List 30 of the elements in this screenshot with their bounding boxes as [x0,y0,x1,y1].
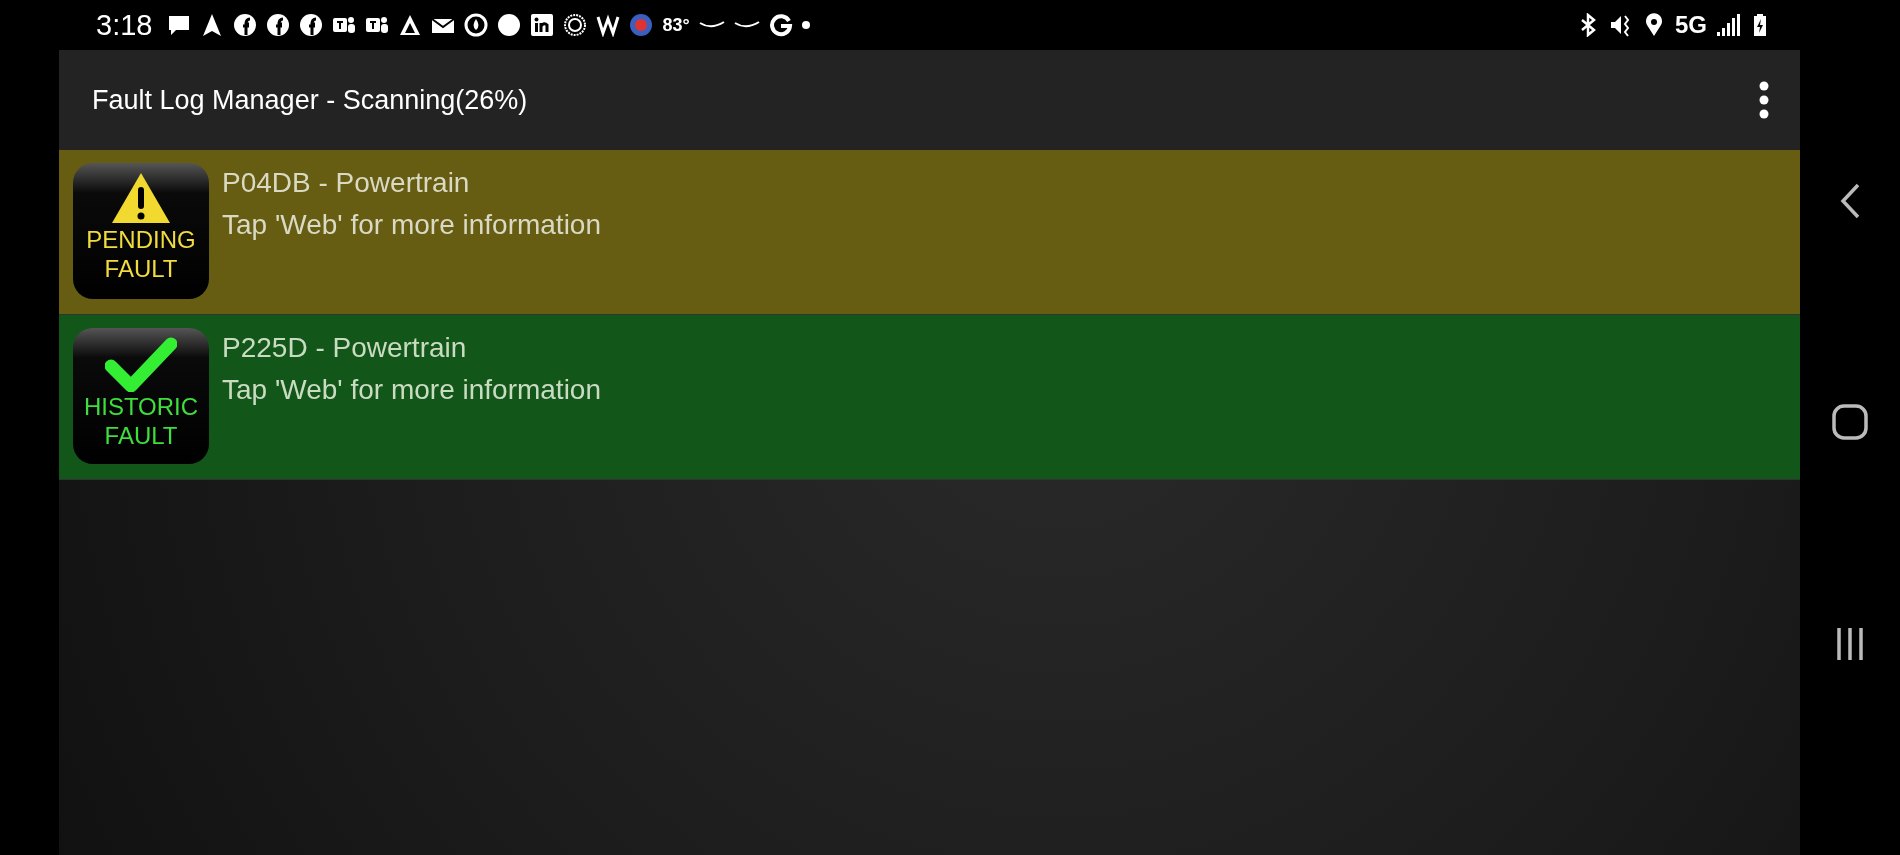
linkedin-icon [530,13,555,37]
app-title: Fault Log Manager - Scanning(26%) [92,84,529,116]
warning-triangle-icon [110,171,172,225]
badge-label: HISTORIC [83,392,199,421]
wavy-logo-icon [596,13,621,37]
clock-time: 3:18 [96,8,153,42]
google-icon [768,13,793,37]
badge-label: FAULT [104,421,178,450]
facebook-icon [299,13,324,37]
fault-code: P04DB - Powertrain [222,167,471,199]
fault-list-item[interactable]: PENDING FAULT P04DB - Powertrain Tap 'Web' for more information [59,150,1800,315]
fault-hint: Tap 'Web' for more information [222,374,601,406]
fault-hint: Tap 'Web' for more information [222,209,601,241]
network-type: 5G [1675,11,1707,39]
checkmark-icon [105,336,177,392]
facebook-icon [266,13,291,37]
signal-bars-icon [1716,13,1741,37]
fault-list-item[interactable]: HISTORIC FAULT P225D - Powertrain Tap 'Web' for more information [59,315,1800,480]
drop-circle-icon [464,13,489,37]
fault-code: P225D - Powertrain [222,332,468,364]
badge-label: PENDING [86,225,196,254]
chat-bubble-icon [167,13,192,37]
badge-label: FAULT [104,254,178,283]
facebook-icon [233,13,258,37]
dot-icon [801,21,810,29]
back-icon[interactable] [1839,181,1861,220]
home-icon[interactable] [1831,403,1869,442]
weather-temperature: 83° [662,14,690,36]
circle-icon [497,13,522,37]
overflow-menu-icon[interactable] [1758,81,1770,119]
